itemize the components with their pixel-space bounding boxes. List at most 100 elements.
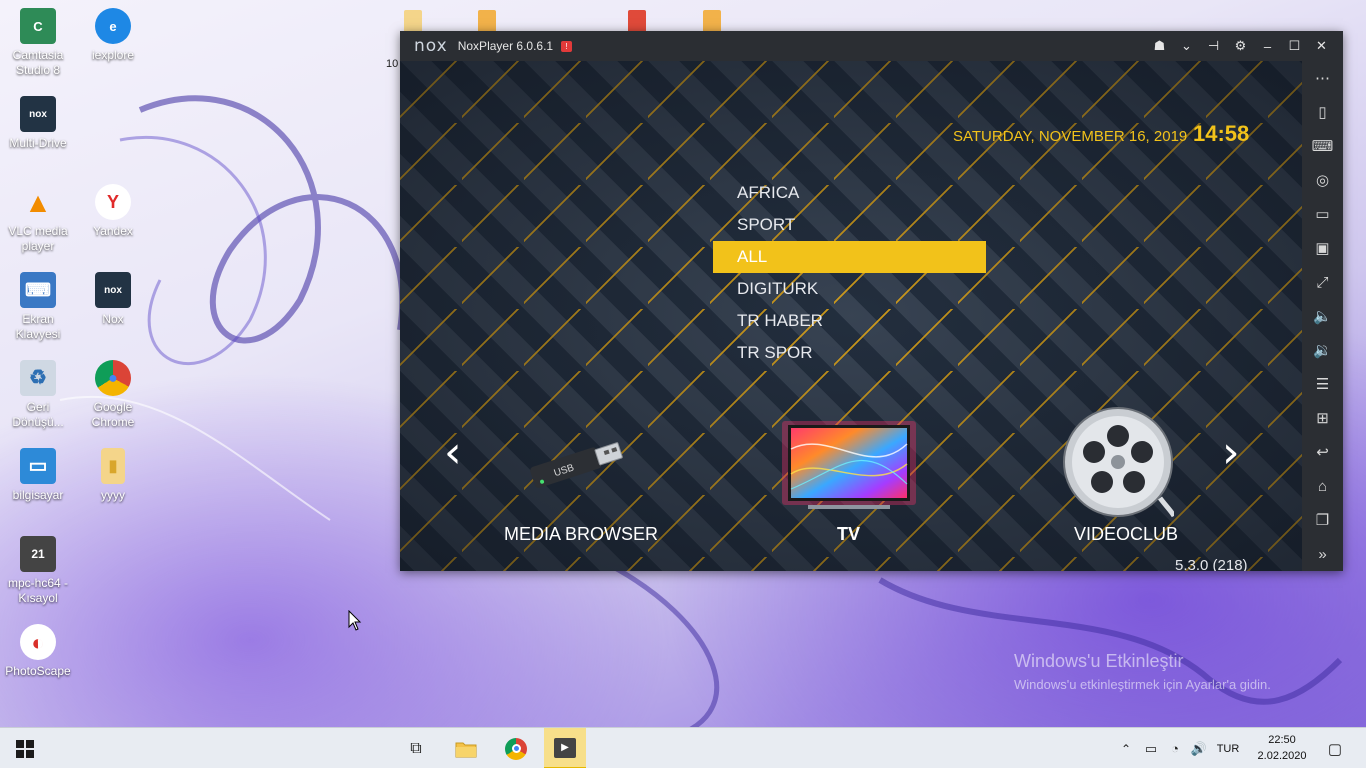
notification-icon[interactable]: ! [561, 40, 573, 52]
desktop-icon-iexplore[interactable]: e iexplore [75, 8, 151, 63]
clock-date: 2.02.2020 [1257, 750, 1307, 762]
home-icon[interactable]: ☗ [1146, 31, 1173, 61]
mpc-hc-icon: ▶ [554, 737, 576, 758]
expand-icon[interactable]: » [1302, 537, 1343, 571]
desktop-icon-nox[interactable]: nox Nox [75, 272, 151, 327]
desktop-icon-label: Camtasia Studio 8 [12, 48, 64, 77]
desktop-icon-ekran-klavyesi[interactable]: ⌨ Ekran Klavyesi [0, 272, 76, 342]
mouse-cursor-icon [348, 610, 362, 631]
screenshot-icon[interactable]: ▣ [1302, 231, 1343, 265]
apk-install-icon[interactable]: ⊞ [1302, 401, 1343, 435]
language-indicator[interactable]: TUR [1212, 728, 1244, 768]
volume-icon[interactable]: 🔊 [1188, 728, 1210, 768]
windows-logo-icon [16, 739, 34, 758]
recycle-bin-icon: ♻ [20, 360, 56, 396]
chevron-right-icon[interactable]: › [1222, 427, 1240, 478]
android-home-icon[interactable]: ⌂ [1302, 469, 1343, 503]
desktop-icon-photoscape[interactable]: ◐ PhotoScape [0, 624, 76, 679]
start-button[interactable] [6, 728, 44, 768]
chevron-down-icon[interactable]: ⌄ [1173, 31, 1200, 61]
nox-sidebar[interactable]: ⋯ ▯ ⌨ ◎ ▭ ▣ ⤢ 🔈 🔉 ☰ ⊞ ↩ ⌂ ❐ » [1302, 61, 1343, 571]
google-chrome-icon: ● [95, 360, 131, 396]
desktop-icon-yandex[interactable]: Y Yandex [75, 184, 151, 239]
taskbar-chrome[interactable] [496, 728, 536, 768]
activation-watermark-title: Windows'u Etkinleştir [1014, 651, 1184, 671]
computer-icon: ▭ [20, 448, 56, 484]
yandex-icon: Y [95, 184, 131, 220]
desktop-icon-computer[interactable]: ▭ bilgisayar [0, 448, 76, 503]
usb-stick-icon[interactable]: USB [522, 437, 632, 489]
desktop-icon-label: Multi-Drive [9, 136, 67, 150]
desktop-icon-label: bilgisayar [12, 488, 64, 502]
film-reel-icon[interactable] [1062, 406, 1174, 518]
location-icon[interactable]: ◎ [1302, 163, 1343, 197]
gear-icon[interactable]: ⚙ [1227, 31, 1254, 61]
more-icon[interactable]: ⋯ [1302, 61, 1343, 95]
maximize-icon[interactable]: ☐ [1281, 31, 1308, 61]
google-chrome-icon [505, 737, 527, 760]
vlc-icon: ▲ [24, 186, 52, 218]
volume-up-icon[interactable]: 🔈 [1302, 299, 1343, 333]
desktop-icon-label: Google Chrome [91, 400, 135, 429]
taskbar-clock[interactable]: 22:50 2.02.2020 [1244, 732, 1320, 764]
android-screen[interactable]: SATURDAY, NOVEMBER 16, 2019 14:58 AFRICA… [400, 61, 1302, 571]
desktop-icon-chrome[interactable]: ● Google Chrome [75, 360, 151, 430]
desktop-icon-vlc[interactable]: ▲ VLC media player [0, 184, 76, 254]
category-item-digiturk[interactable]: DIGITURK [713, 273, 986, 305]
taskbar[interactable]: ⧉ ▶ ⌃ ▭ ◔ 🔊 TUR 22:50 2.02.2020 ▢ [0, 727, 1366, 768]
iexplore-icon: e [95, 8, 131, 44]
clock-time: 22:50 [1268, 734, 1296, 746]
back-icon[interactable]: ↩ [1302, 435, 1343, 469]
chevron-up-icon[interactable]: ⌃ [1116, 728, 1136, 768]
tile-videoclub[interactable]: VIDEOCLUB [1074, 524, 1178, 545]
toolbar-icon[interactable]: ☰ [1302, 367, 1343, 401]
nox-logo: nox [414, 36, 448, 56]
tile-media-browser[interactable]: MEDIA BROWSER [504, 524, 658, 545]
category-list[interactable]: AFRICA SPORT ALL DIGITURK TR HABER TR SP… [713, 177, 986, 369]
partial-icon-label: 10 [386, 58, 399, 70]
desktop-icon-label: Yandex [93, 224, 133, 238]
noxplayer-titlebar[interactable]: nox NoxPlayer 6.0.6.1 ! ☗ ⌄ ⊣ ⚙ – ☐ ✕ [400, 31, 1343, 61]
task-view-icon[interactable]: ⧉ [396, 728, 436, 768]
notification-center-icon[interactable]: ▢ [1320, 728, 1350, 768]
date-label: SATURDAY, NOVEMBER 16, 2019 [953, 128, 1188, 145]
desktop-icon-camtasia[interactable]: C Camtasia Studio 8 [0, 8, 76, 78]
battery-icon[interactable]: ▭ [1140, 728, 1162, 768]
chevron-left-icon[interactable]: ‹ [444, 427, 462, 478]
nox-icon: nox [95, 272, 131, 308]
wifi-icon[interactable]: ◔ [1164, 728, 1186, 768]
desktop-icon-folder[interactable]: ▮ yyyy [75, 448, 151, 503]
version-label: 5.3.0 (218) [1175, 557, 1248, 571]
tile-tv[interactable]: TV [837, 524, 860, 545]
desktop-icon-label: yyyy [101, 488, 125, 502]
time-label: 14:58 [1193, 121, 1250, 146]
close-icon[interactable]: ✕ [1308, 31, 1335, 61]
shake-icon[interactable]: ▯ [1302, 95, 1343, 129]
desktop-icon-recycle-bin[interactable]: ♻ Geri Dönüşü... [0, 360, 76, 430]
recent-apps-icon[interactable]: ❐ [1302, 503, 1343, 537]
desktop-icon-mpc-hc[interactable]: 21 mpc-hc64 - Kısayol [0, 536, 76, 606]
screen-icon[interactable]: ▭ [1302, 197, 1343, 231]
category-item-all[interactable]: ALL [713, 241, 986, 273]
keyboard-mapping-icon[interactable]: ⌨ [1302, 129, 1343, 163]
desktop-icon-multi-drive[interactable]: nox Multi-Drive [0, 96, 76, 151]
window-title: NoxPlayer 6.0.6.1 [457, 39, 554, 53]
camtasia-icon: C [20, 8, 56, 44]
category-item-tr-haber[interactable]: TR HABER [713, 305, 986, 337]
desktop-icon-label: iexplore [91, 48, 135, 62]
category-item-sport[interactable]: SPORT [713, 209, 986, 241]
noxplayer-window[interactable]: nox NoxPlayer 6.0.6.1 ! ☗ ⌄ ⊣ ⚙ – ☐ ✕ SA… [400, 31, 1343, 571]
tv-icon[interactable] [780, 419, 918, 515]
taskbar-mpc-hc[interactable]: ▶ [544, 728, 586, 768]
category-item-tr-spor[interactable]: TR SPOR [713, 337, 986, 369]
mpc-hc-icon: 21 [20, 536, 56, 572]
category-item-africa[interactable]: AFRICA [713, 177, 986, 209]
fullscreen-icon[interactable]: ⤢ [1302, 265, 1343, 299]
activation-watermark-subtitle: Windows'u etkinleştirmek için Ayarlar'a … [1014, 677, 1271, 692]
pin-icon[interactable]: ⊣ [1200, 31, 1227, 61]
minimize-icon[interactable]: – [1254, 31, 1281, 61]
taskbar-file-explorer[interactable] [446, 728, 486, 768]
volume-down-icon[interactable]: 🔉 [1302, 333, 1343, 367]
desktop-icon-label: Ekran Klavyesi [15, 312, 61, 341]
desktop-icon-label: Nox [102, 312, 124, 326]
